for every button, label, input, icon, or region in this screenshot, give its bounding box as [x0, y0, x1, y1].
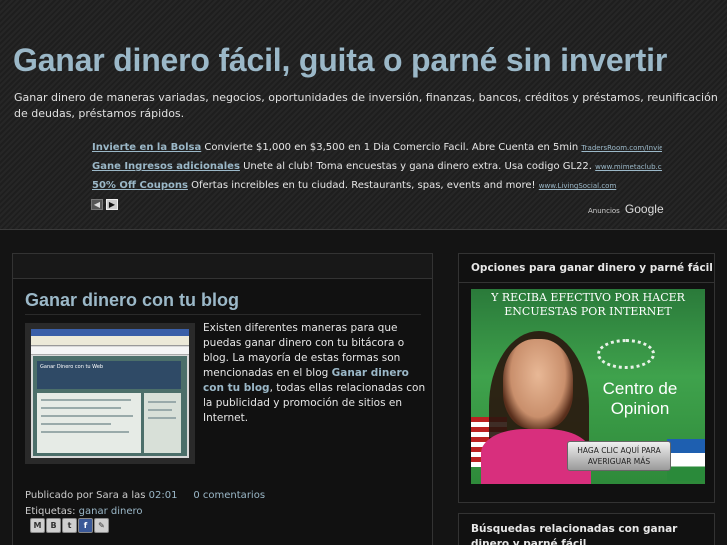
main-column: Ganar dinero con tu blog Ganar Dinero co… — [12, 253, 433, 545]
ad-text: Ofertas increibles en tu ciudad. Restaur… — [191, 180, 536, 191]
share-buttons: M B t f ✎ — [30, 518, 109, 533]
sidebar-widget-options: Opciones para ganar dinero y parné fácil… — [458, 253, 715, 503]
banner-cta-button[interactable]: HAGA CLIC AQUÍ PARA AVERIGUAR MÁS — [567, 441, 671, 471]
ad-text: Convierte $1,000 en $3,500 en 1 Dia Come… — [204, 142, 579, 153]
widget-title: Opciones para ganar dinero y parné fácil — [471, 262, 713, 274]
twitter-share-icon[interactable]: t — [62, 518, 77, 533]
banner-brand: Centro de Opinion — [602, 379, 678, 418]
ad-pagination: ◀ ▶ — [91, 199, 118, 210]
main-column-topbar — [13, 254, 432, 279]
woman-face — [503, 339, 573, 429]
ad-item: Invierte en la Bolsa Convierte $1,000 en… — [92, 142, 662, 161]
divider — [459, 282, 714, 283]
site-description: Ganar dinero de maneras variadas, negoci… — [14, 91, 718, 120]
sidebar-widget-related: Búsquedas relacionadas con ganar dinero … — [458, 513, 715, 545]
banner-header: Y RECIBA EFECTIVO POR HACER ENCUESTAS PO… — [491, 291, 685, 318]
ad-url-link[interactable]: TradersRoom.com/Invierte_Bolsa — [581, 144, 662, 152]
facebook-share-icon[interactable]: f — [78, 518, 93, 533]
ad-url-link[interactable]: www.mimetaclub.com — [595, 163, 662, 171]
flag-image — [667, 439, 705, 481]
post-body: Existen diferentes maneras para que pued… — [203, 321, 428, 426]
email-share-icon[interactable]: M — [30, 518, 45, 533]
label-link[interactable]: ganar dinero — [79, 506, 143, 517]
ad-item: Gane Ingresos adicionales Unete al club!… — [92, 161, 662, 180]
thumbnail-caption: Ganar Dinero con tu Web — [37, 361, 181, 389]
ad-title-link[interactable]: 50% Off Coupons — [92, 180, 188, 191]
ad-title-link[interactable]: Invierte en la Bolsa — [92, 142, 201, 153]
ad-next-button[interactable]: ▶ — [106, 199, 118, 210]
post-time-link[interactable]: 02:01 — [149, 490, 178, 501]
buzz-share-icon[interactable]: ✎ — [94, 518, 109, 533]
post-thumbnail[interactable]: Ganar Dinero con tu Web — [25, 323, 195, 464]
blogthis-icon[interactable]: B — [46, 518, 61, 533]
post-footer: Publicado por Sara a las 02:01 0 comenta… — [25, 488, 265, 520]
stars-emblem-icon — [597, 339, 655, 369]
ad-prev-button[interactable]: ◀ — [91, 199, 103, 210]
published-by: Publicado por Sara a las — [25, 490, 146, 501]
survey-ad-banner[interactable]: Y RECIBA EFECTIVO POR HACER ENCUESTAS PO… — [471, 289, 705, 484]
ads-by-google[interactable]: Anuncios Google — [588, 198, 664, 217]
post-title[interactable]: Ganar dinero con tu blog — [25, 290, 239, 311]
comments-link[interactable]: 0 comentarios — [193, 490, 265, 501]
widget-title: Búsquedas relacionadas con ganar dinero … — [471, 523, 678, 545]
google-logo: Google — [624, 202, 664, 216]
anuncios-label: Anuncios — [588, 207, 620, 215]
ad-text: Unete al club! Toma encuestas y gana din… — [243, 161, 592, 172]
divider — [25, 314, 421, 315]
site-title[interactable]: Ganar dinero fácil, guita o parné sin in… — [13, 42, 667, 79]
ad-title-link[interactable]: Gane Ingresos adicionales — [92, 161, 240, 172]
ad-url-link[interactable]: www.LivingSocial.com — [539, 182, 617, 190]
ad-item: 50% Off Coupons Ofertas increibles en tu… — [92, 180, 662, 199]
labels-prefix: Etiquetas: — [25, 506, 76, 517]
blog-header: Ganar dinero fácil, guita o parné sin in… — [0, 0, 727, 230]
blog-screenshot-image: Ganar Dinero con tu Web — [31, 329, 189, 458]
adsense-block: Invierte en la Bolsa Convierte $1,000 en… — [92, 142, 662, 199]
